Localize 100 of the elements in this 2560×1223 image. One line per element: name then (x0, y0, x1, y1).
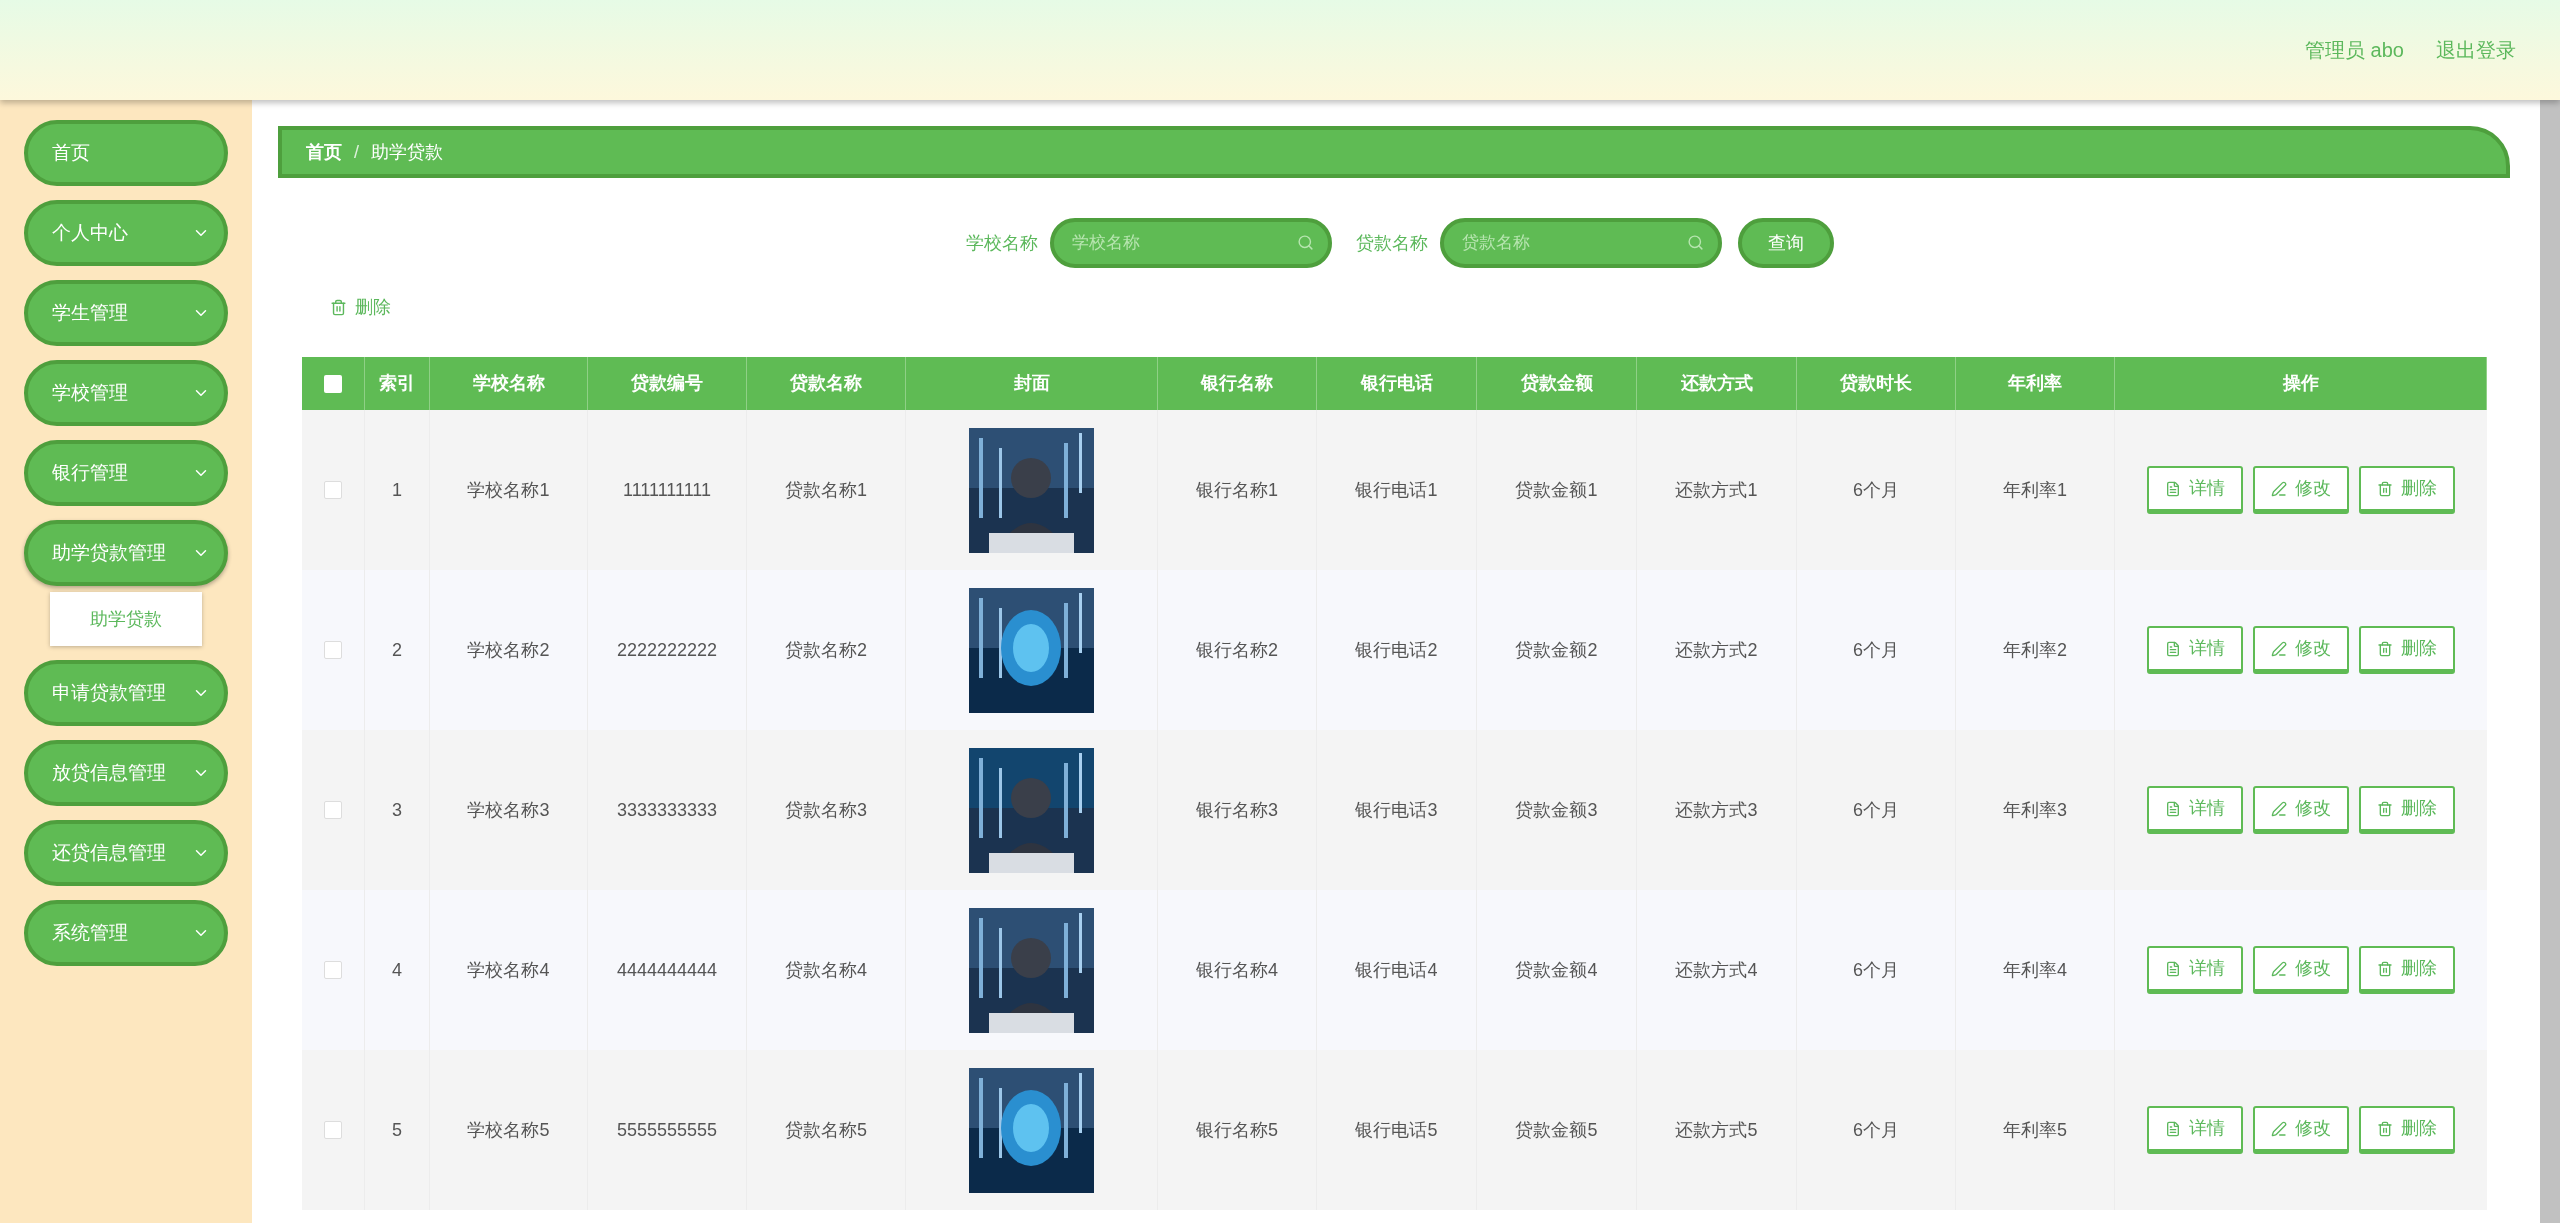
sidebar-menu-item[interactable]: 还贷信息管理 (24, 820, 228, 886)
table-cell-text: 银行电话5 (1355, 1118, 1438, 1142)
admin-label: 管理员 abo (2305, 38, 2404, 63)
search-field[interactable]: 学校名称 (1050, 218, 1332, 268)
table-cell-text: 3 (392, 798, 402, 822)
table-cell-text: 2222222222 (616, 638, 718, 662)
column-header: 年利率 (2008, 372, 2062, 395)
column-header: 贷款编号 (631, 372, 703, 395)
table-cell-text: 6个月 (1853, 638, 1899, 662)
trash-icon (2377, 960, 2393, 977)
table-cell-text: 6个月 (1853, 958, 1899, 982)
table-cell-text: 还款方式2 (1675, 638, 1758, 662)
column-header: 银行电话 (1360, 372, 1433, 395)
table-cell-text: 贷款金额5 (1515, 1118, 1598, 1142)
sidebar-menu-item[interactable]: 学生管理 (24, 280, 228, 346)
pencil-icon (2271, 800, 2287, 817)
trash-icon (2377, 480, 2393, 497)
sidebar-menu-item[interactable]: 申请贷款管理 (24, 660, 228, 726)
table-cell-text: 学校名称1 (467, 478, 550, 502)
row-checkbox[interactable] (324, 1121, 342, 1139)
column-header: 还款方式 (1680, 372, 1753, 395)
submenu-item[interactable]: 助学贷款 (50, 592, 202, 646)
row-checkbox[interactable] (324, 481, 342, 499)
table-cell-text: 年利率3 (2003, 798, 2067, 822)
search-field[interactable]: 贷款名称 (1440, 218, 1722, 268)
table-cell-text: 还款方式4 (1675, 958, 1758, 982)
search-label: 学校名称 (966, 231, 1038, 255)
table-cell-text: 贷款名称3 (785, 798, 867, 822)
table-cell-text: 还款方式1 (1675, 478, 1758, 502)
table-cell-text: 学校名称4 (467, 958, 550, 982)
row-action-button[interactable]: 修改 (2253, 946, 2349, 994)
table-cell-text: 银行名称4 (1196, 958, 1278, 982)
row-checkbox[interactable] (324, 801, 342, 819)
row-action-button[interactable]: 删除 (2359, 786, 2455, 834)
table-cell-text: 4444444444 (616, 958, 718, 982)
table-cell-text: 贷款金额1 (1515, 478, 1598, 502)
row-action-button[interactable]: 删除 (2359, 626, 2455, 674)
table-cell-text: 学校名称2 (467, 638, 550, 662)
search-icon (1687, 234, 1704, 251)
query-button[interactable]: 查询 (1738, 218, 1834, 268)
row-action-button[interactable]: 详情 (2147, 626, 2243, 674)
table-cell-text: 贷款金额4 (1515, 958, 1598, 982)
row-action-button[interactable]: 详情 (2147, 1106, 2243, 1154)
row-checkbox[interactable] (324, 641, 342, 659)
sidebar-menu-item[interactable]: 系统管理 (24, 900, 228, 966)
table-cell-text: 贷款名称1 (785, 478, 867, 502)
row-action-button[interactable]: 删除 (2359, 1106, 2455, 1154)
table-cell-text: 学校名称3 (467, 798, 550, 822)
row-action-button[interactable]: 详情 (2147, 946, 2243, 994)
sidebar-menu-item[interactable]: 放贷信息管理 (24, 740, 228, 806)
row-action-button[interactable]: 删除 (2359, 466, 2455, 514)
row-action-button[interactable]: 修改 (2253, 626, 2349, 674)
table-cell-text: 贷款名称5 (785, 1118, 867, 1142)
table-cell-text: 银行电话3 (1355, 798, 1438, 822)
document-icon (2165, 800, 2181, 817)
table-cell-text: 1 (392, 478, 402, 502)
document-icon (2165, 960, 2181, 977)
select-all-checkbox[interactable] (324, 374, 342, 393)
column-header: 学校名称 (472, 372, 545, 395)
delete-link[interactable]: 删除 (330, 294, 391, 321)
logout-link[interactable]: 退出登录 (2436, 35, 2516, 65)
table-cell-text: 3333333333 (616, 798, 718, 822)
column-header: 银行名称 (1201, 372, 1273, 395)
table-cell-text: 2 (392, 638, 402, 662)
table-cell-text: 银行名称5 (1196, 1118, 1278, 1142)
document-icon (2165, 1120, 2181, 1137)
table-cell-text: 贷款名称2 (785, 638, 867, 662)
column-header: 贷款时长 (1840, 372, 1912, 395)
table-cell-text: 6个月 (1853, 478, 1899, 502)
sidebar-menu-item[interactable]: 学校管理 (24, 360, 228, 426)
column-header: 封面 (1013, 372, 1050, 395)
sidebar-menu-item[interactable]: 个人中心 (24, 200, 228, 266)
sidebar-menu-item[interactable]: 首页 (24, 120, 228, 186)
table-cell-text: 5555555555 (616, 1118, 718, 1142)
row-checkbox[interactable] (324, 961, 342, 979)
table-cell-text: 年利率2 (2003, 638, 2067, 662)
pencil-icon (2271, 960, 2287, 977)
breadcrumb-item[interactable]: 首页 (306, 138, 342, 166)
table-cell-text: 贷款金额3 (1515, 798, 1598, 822)
document-icon (2165, 640, 2181, 657)
row-action-button[interactable]: 删除 (2359, 946, 2455, 994)
search-icon (1297, 234, 1314, 251)
table-cell-text: 1111111111 (622, 478, 712, 502)
table-cell-text: 6个月 (1853, 798, 1899, 822)
sidebar-menu-item[interactable]: 助学贷款管理 (24, 520, 228, 586)
trash-icon (2377, 800, 2393, 817)
table-cell-text: 贷款名称4 (785, 958, 867, 982)
table-cell-text: 学校名称5 (467, 1118, 550, 1142)
row-action-button[interactable]: 详情 (2147, 786, 2243, 834)
document-icon (2165, 480, 2181, 497)
table-cell-text: 年利率1 (2003, 478, 2067, 502)
sidebar-menu-item[interactable]: 银行管理 (24, 440, 228, 506)
row-action-button[interactable]: 修改 (2253, 786, 2349, 834)
table-cell-text: 6个月 (1853, 1118, 1899, 1142)
table-cell-text: 银行电话1 (1355, 478, 1438, 502)
row-action-button[interactable]: 详情 (2147, 466, 2243, 514)
pencil-icon (2271, 480, 2287, 497)
row-action-button[interactable]: 修改 (2253, 466, 2349, 514)
column-header: 索引 (379, 372, 415, 395)
row-action-button[interactable]: 修改 (2253, 1106, 2349, 1154)
